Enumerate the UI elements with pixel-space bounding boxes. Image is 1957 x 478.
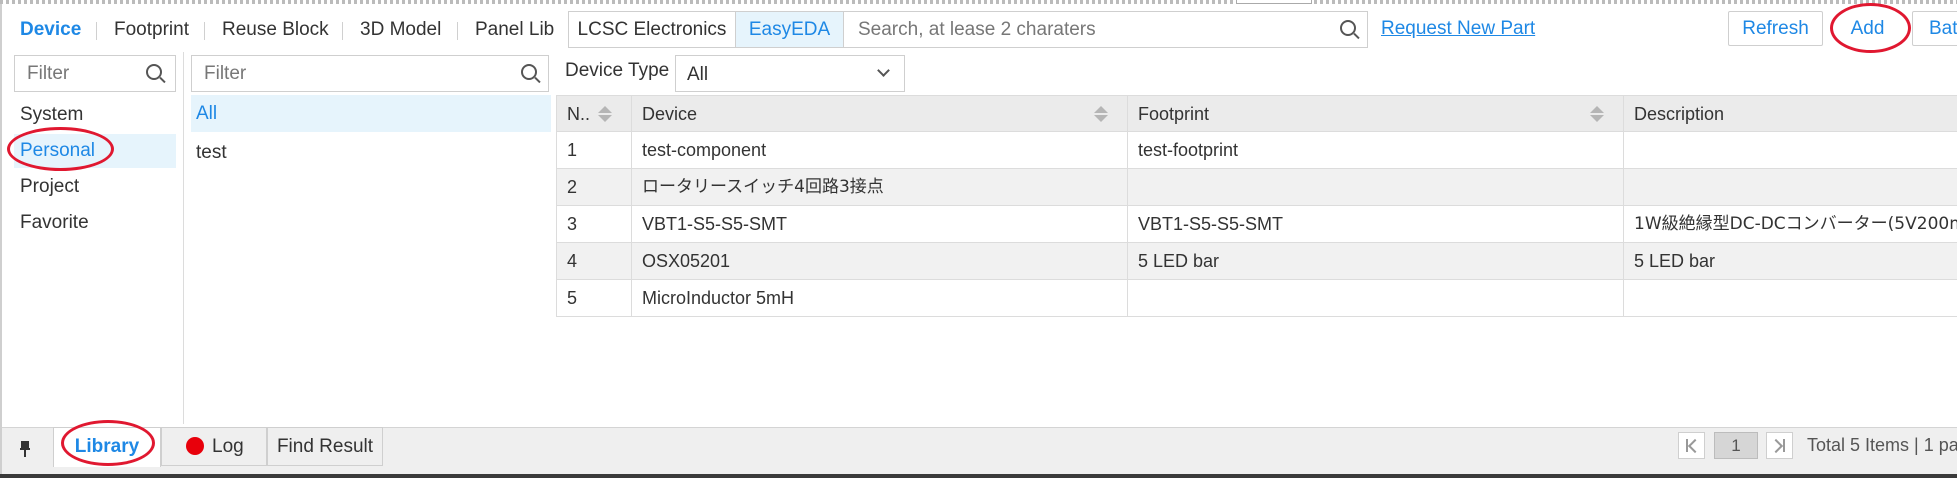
library-source-toggle: LCSC Electronics EasyEDA <box>568 11 844 48</box>
table-row[interactable]: 4 OSX05201 5 LED bar 5 LED bar <box>556 243 1957 280</box>
cell-description: 1W級絶縁型DC-DCコンバーター(5V200m <box>1623 206 1957 242</box>
category-filter-box <box>14 55 176 92</box>
cell-description <box>1623 132 1957 168</box>
source-easyeda-button[interactable]: EasyEDA <box>736 12 843 47</box>
left-border <box>0 4 2 478</box>
tab-panel-lib[interactable]: Panel Lib <box>475 18 554 42</box>
cell-footprint: test-footprint <box>1127 132 1623 168</box>
tab-divider <box>342 22 343 40</box>
cell-device: ロータリースイッチ4回路3接点 <box>631 169 1127 205</box>
table-row[interactable]: 3 VBT1-S5-S5-SMT VBT1-S5-S5-SMT 1W級絶縁型DC… <box>556 206 1957 243</box>
cell-no: 2 <box>556 169 631 205</box>
resize-handle[interactable] <box>1236 0 1312 4</box>
first-page-icon[interactable] <box>1678 432 1705 459</box>
request-new-part-link[interactable]: Request New Part <box>1381 18 1535 40</box>
tab-footprint[interactable]: Footprint <box>114 18 189 42</box>
tab-divider <box>457 22 458 40</box>
cell-no: 1 <box>556 132 631 168</box>
cell-device: VBT1-S5-S5-SMT <box>631 206 1127 242</box>
refresh-button[interactable]: Refresh <box>1728 11 1823 46</box>
sort-icon[interactable] <box>598 106 612 122</box>
tab-log-label: Log <box>212 436 244 457</box>
cell-footprint <box>1127 169 1623 205</box>
cell-footprint: VBT1-S5-S5-SMT <box>1127 206 1623 242</box>
tab-device[interactable]: Device <box>20 18 81 42</box>
sort-icon[interactable] <box>1590 106 1604 122</box>
column-header-label: Description <box>1634 104 1725 124</box>
column-header-description[interactable]: Description <box>1623 96 1957 132</box>
tab-reuse-block[interactable]: Reuse Block <box>222 18 329 42</box>
last-page-icon[interactable] <box>1766 432 1793 459</box>
tab-divider <box>96 22 97 40</box>
pin-needle <box>24 450 26 457</box>
device-type-select[interactable]: All <box>675 55 905 92</box>
tab-library[interactable]: Library <box>53 427 161 467</box>
search-icon[interactable] <box>1340 20 1356 36</box>
column-header-label: N.. <box>567 104 591 124</box>
bottom-border <box>0 474 1957 478</box>
subcategory-filter-box <box>191 55 549 92</box>
column-header-label: Device <box>642 104 698 124</box>
category-favorite[interactable]: Favorite <box>14 206 176 240</box>
cell-footprint: 5 LED bar <box>1127 243 1623 279</box>
panel-divider[interactable] <box>183 52 184 424</box>
category-system[interactable]: System <box>14 98 176 132</box>
category-filter-input[interactable] <box>27 56 142 91</box>
cell-description <box>1623 169 1957 205</box>
add-button[interactable]: Add <box>1841 11 1894 46</box>
table-row[interactable]: 2 ロータリースイッチ4回路3接点 <box>556 169 1957 206</box>
column-header-footprint[interactable]: Footprint <box>1127 96 1623 132</box>
column-header-label: Footprint <box>1138 104 1210 124</box>
column-header-device[interactable]: Device <box>631 96 1127 132</box>
cell-description: 5 LED bar <box>1623 243 1957 279</box>
cell-device: test-component <box>631 132 1127 168</box>
chevron-down-icon <box>877 64 890 77</box>
search-icon[interactable] <box>521 64 537 80</box>
top-border <box>0 0 1957 4</box>
pin-icon[interactable] <box>20 441 30 457</box>
tab-divider <box>204 22 205 40</box>
tab-find-result[interactable]: Find Result <box>267 427 383 466</box>
device-type-label: Device Type <box>565 60 670 81</box>
part-search-box <box>843 11 1368 48</box>
cell-device: MicroInductor 5mH <box>631 280 1127 316</box>
table-row[interactable]: 1 test-component test-footprint <box>556 132 1957 169</box>
category-project[interactable]: Project <box>14 170 176 204</box>
subcategory-test[interactable]: test <box>191 134 551 171</box>
cell-no: 3 <box>556 206 631 242</box>
cell-no: 4 <box>556 243 631 279</box>
record-dot-icon <box>186 437 204 455</box>
part-search-input[interactable] <box>858 12 1328 47</box>
tab-3d-model[interactable]: 3D Model <box>360 18 441 42</box>
current-page[interactable]: 1 <box>1714 432 1758 459</box>
subcategory-filter-input[interactable] <box>204 56 514 91</box>
source-lcsc-button[interactable]: LCSC Electronics <box>569 12 736 47</box>
category-personal[interactable]: Personal <box>14 134 176 168</box>
cell-no: 5 <box>556 280 631 316</box>
cell-footprint <box>1127 280 1623 316</box>
sort-icon[interactable] <box>1094 106 1108 122</box>
search-icon[interactable] <box>146 64 162 80</box>
device-type-value: All <box>687 64 709 85</box>
cell-description <box>1623 280 1957 316</box>
table-row[interactable]: 5 MicroInductor 5mH <box>556 280 1957 317</box>
column-header-no[interactable]: N.. <box>556 96 631 132</box>
batch-button[interactable]: Batc <box>1912 11 1957 46</box>
table-header: N.. Device Footprint Description <box>556 95 1957 132</box>
tab-log[interactable]: Log <box>161 427 267 466</box>
library-panel: Device Footprint Reuse Block 3D Model Pa… <box>0 0 1957 478</box>
subcategory-all[interactable]: All <box>191 95 551 132</box>
cell-device: OSX05201 <box>631 243 1127 279</box>
pagination-total: Total 5 Items | 1 pa <box>1807 435 1957 455</box>
